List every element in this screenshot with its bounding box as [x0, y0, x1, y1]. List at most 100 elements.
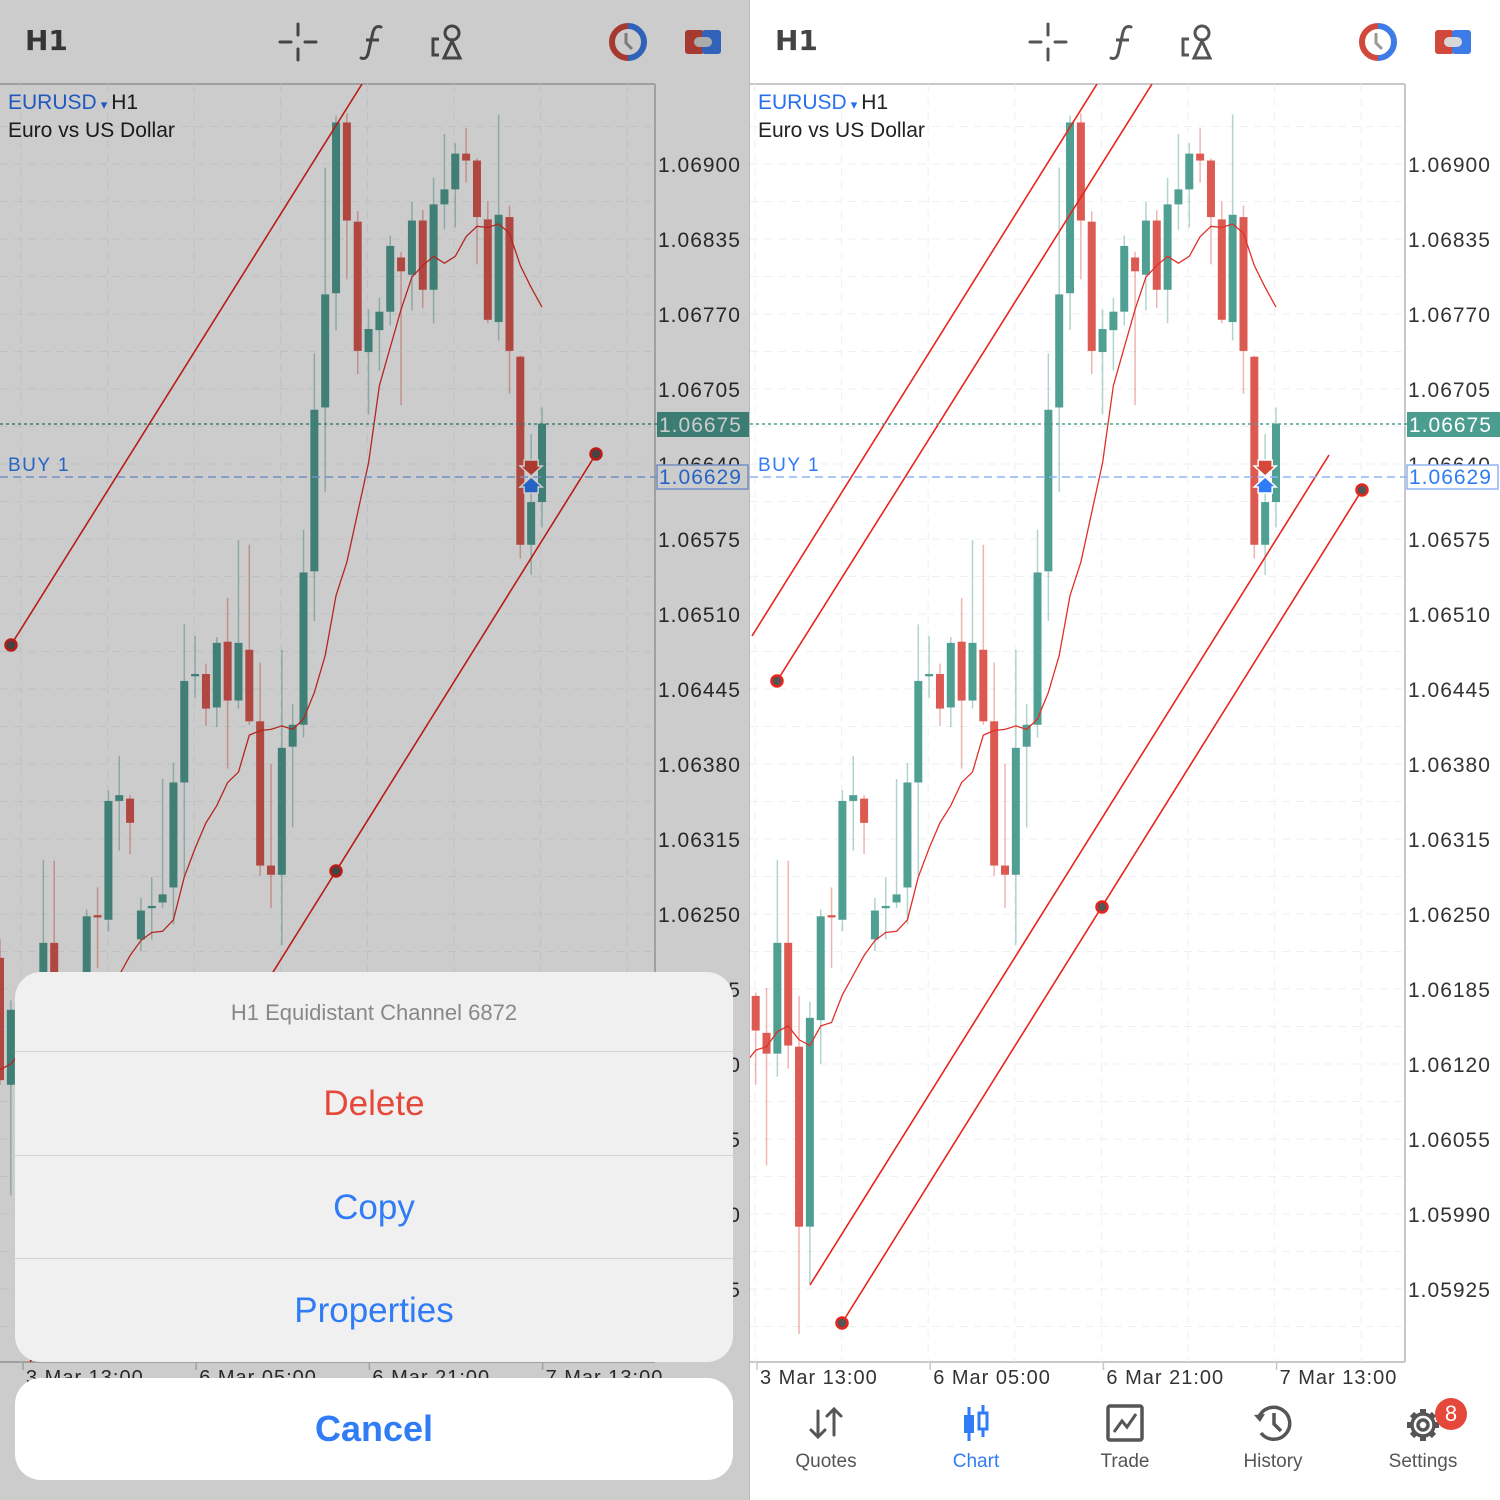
candle-body: [946, 642, 955, 708]
candle: [827, 887, 836, 969]
candle-body: [968, 642, 977, 701]
action-sheet-title: H1 Equidistant Channel 6872: [15, 972, 733, 1052]
cancel-button[interactable]: Cancel: [15, 1378, 733, 1480]
channel-anchor-handle[interactable]: [770, 674, 784, 688]
candle-body: [860, 798, 869, 823]
properties-button[interactable]: Properties: [15, 1259, 733, 1362]
candle-body: [1272, 423, 1280, 503]
candle: [979, 544, 988, 725]
tab-label: Quotes: [795, 1451, 857, 1472]
candle: [881, 877, 890, 940]
dropdown-icon[interactable]: ▾: [851, 97, 858, 112]
time-tick-label: 7 Mar 13:00: [1280, 1367, 1398, 1389]
candle-body: [1217, 219, 1226, 320]
symbol-description: Euro vs US Dollar: [758, 119, 925, 142]
price-chart[interactable]: 1.069001.068351.067701.067051.066401.065…: [750, 0, 1500, 1500]
candle-body: [979, 649, 988, 722]
candle-body: [1206, 160, 1215, 218]
candle-body: [1174, 189, 1183, 205]
candle: [1228, 114, 1237, 341]
tab-label: Settings: [1388, 1451, 1458, 1472]
candle: [1196, 128, 1205, 183]
symbol-header[interactable]: EURUSD ▾ H1 Euro vs US Dollar: [758, 90, 925, 144]
notification-badge: 8: [1435, 1398, 1467, 1430]
candle: [870, 897, 879, 951]
tab-label: Trade: [1100, 1451, 1150, 1472]
candle: [1055, 167, 1064, 492]
candle-body: [892, 894, 901, 903]
candle-body: [1131, 257, 1140, 272]
price-tick-label: 1.06770: [1408, 304, 1491, 327]
tab-chart[interactable]: Chart: [901, 1395, 1051, 1473]
candle-body: [1055, 294, 1064, 408]
candle-body: [1196, 153, 1205, 161]
candle-body: [1011, 747, 1020, 875]
candle: [773, 859, 782, 1077]
candle-body: [1250, 356, 1259, 545]
candle-body: [816, 916, 825, 1021]
candle-body: [1185, 153, 1194, 190]
plot-area: [750, 84, 1405, 1362]
symbol-timeframe: H1: [861, 91, 889, 114]
candle-body: [849, 795, 858, 801]
tab-quotes[interactable]: Quotes: [751, 1395, 901, 1473]
candle-body: [1163, 204, 1172, 290]
price-tick-label: 1.06705: [1408, 379, 1491, 402]
symbol-name[interactable]: EURUSD: [758, 91, 847, 114]
candle: [1011, 649, 1020, 946]
candle: [1217, 200, 1226, 324]
price-tick-label: 1.06510: [1408, 604, 1491, 627]
time-tick-label: 6 Mar 05:00: [933, 1367, 1051, 1389]
candle: [914, 624, 923, 876]
equidistant-channel-line: [809, 454, 1330, 1286]
left-chart-panel: H1 1.069001.068351.067701.067051.066401.…: [0, 0, 750, 1500]
delete-button[interactable]: Delete: [15, 1052, 733, 1156]
price-tick-label: 1.06380: [1408, 754, 1491, 777]
candle-body: [957, 641, 966, 701]
candle-body: [1228, 214, 1237, 323]
candle: [1141, 202, 1150, 311]
quotes-arrows-icon: [751, 1395, 901, 1451]
candle: [838, 790, 847, 932]
candle-body: [1033, 572, 1042, 725]
channel-anchor-handle[interactable]: [1355, 483, 1369, 497]
candle-body: [914, 680, 923, 783]
candle: [849, 755, 858, 851]
tab-settings[interactable]: Settings 8: [1348, 1395, 1498, 1473]
history-clock-icon: [1198, 1395, 1348, 1451]
candle: [946, 637, 955, 728]
time-tick-label: 6 Mar 21:00: [1106, 1367, 1224, 1389]
candle-body: [1261, 502, 1270, 545]
candle: [968, 540, 977, 709]
candle-body: [881, 905, 890, 909]
time-tick-label: 3 Mar 13:00: [760, 1367, 878, 1389]
tab-history[interactable]: History: [1198, 1395, 1348, 1473]
candle: [860, 795, 869, 854]
candle-body: [1141, 220, 1150, 275]
candle-body: [795, 1046, 804, 1227]
candle: [784, 860, 793, 1069]
candle: [1250, 355, 1259, 559]
copy-button[interactable]: Copy: [15, 1156, 733, 1259]
tab-trade[interactable]: Trade: [1050, 1395, 1200, 1473]
price-tick-label: 1.05925: [1408, 1279, 1491, 1302]
candle-body: [773, 942, 782, 1054]
price-tick-label: 1.06055: [1408, 1129, 1491, 1152]
candle-body: [1087, 221, 1096, 351]
candle: [990, 662, 999, 876]
candle-body: [925, 673, 934, 677]
candle: [795, 995, 804, 1334]
candle: [816, 909, 825, 1064]
candle: [935, 663, 944, 726]
moving-average-line: [750, 223, 1277, 1059]
candle: [1206, 158, 1215, 265]
candle-body: [990, 721, 999, 866]
candle: [957, 597, 966, 769]
channel-anchor-handle[interactable]: [835, 1316, 849, 1330]
order-line-label: BUY 1: [758, 455, 820, 476]
candle-body: [1109, 311, 1118, 331]
candle-body: [1239, 217, 1248, 351]
channel-anchor-handle[interactable]: [1095, 900, 1109, 914]
candle-body: [1120, 245, 1129, 312]
candle-body: [827, 915, 836, 918]
